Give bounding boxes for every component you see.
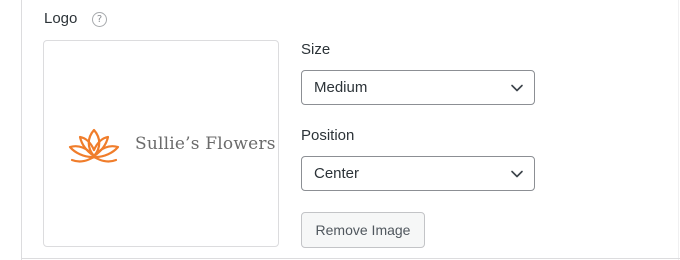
brand-name-text: Sullie’s Flowers <box>135 134 276 154</box>
help-icon[interactable]: ? <box>92 12 107 27</box>
chevron-down-icon <box>511 170 523 178</box>
section-right-border <box>678 0 679 260</box>
size-select-value: Medium <box>314 79 368 96</box>
section-bottom-border <box>21 258 680 259</box>
chevron-down-icon <box>511 84 523 92</box>
lotus-icon <box>68 128 120 163</box>
size-label: Size <box>301 41 331 58</box>
logo-heading: Logo <box>44 10 78 27</box>
position-label: Position <box>301 127 355 144</box>
logo-preview: Sullie’s Flowers <box>43 40 279 247</box>
position-select-value: Center <box>314 165 360 182</box>
position-select[interactable]: Center <box>301 156 535 191</box>
size-select[interactable]: Medium <box>301 70 535 105</box>
remove-image-button[interactable]: Remove Image <box>301 212 425 248</box>
section-left-border <box>21 0 22 260</box>
